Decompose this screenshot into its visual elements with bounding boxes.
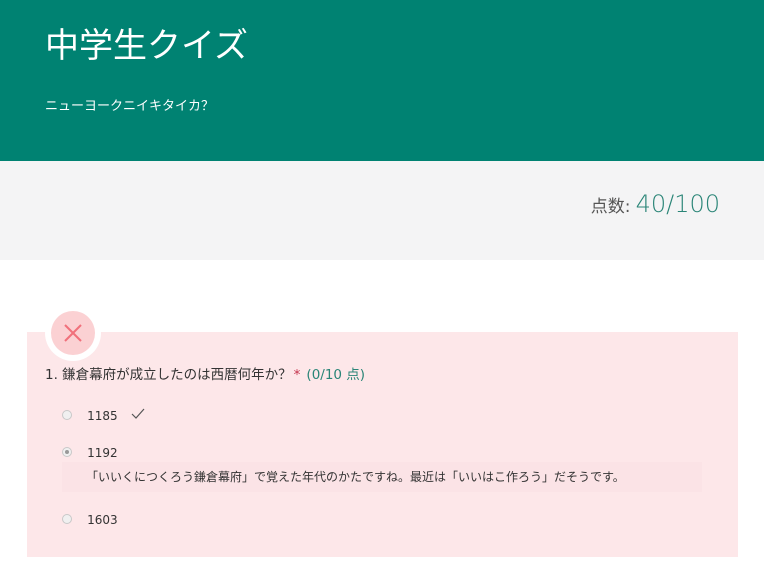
option-1185[interactable]: 1185 <box>62 405 145 423</box>
option-label: 1192 <box>87 445 118 460</box>
quiz-title: 中学生クイズ <box>45 26 248 66</box>
score-display: 点数: 40/100 <box>591 190 720 218</box>
radio-button[interactable] <box>62 513 72 524</box>
answer-feedback: 「いいくにつくろう鎌倉幕府」で覚えた年代のかたですね。最近は「いいはこ作ろう」だ… <box>62 462 702 492</box>
option-1192[interactable]: 1192 <box>62 442 118 460</box>
option-1603[interactable]: 1603 <box>62 509 118 527</box>
radio-button[interactable] <box>62 409 72 420</box>
question-label: 1. 鎌倉幕府が成立したのは西暦何年か？ <box>45 367 292 383</box>
question-text: 1. 鎌倉幕府が成立したのは西暦何年か？ * (0/10 点) <box>45 366 365 384</box>
score-bar: 点数: 40/100 <box>0 161 764 260</box>
option-label: 1185 <box>87 408 118 423</box>
close-icon <box>64 324 82 342</box>
score-label: 点数: <box>590 197 631 217</box>
option-label: 1603 <box>87 512 118 527</box>
question-points: (0/10 点) <box>306 367 366 383</box>
quiz-header: 中学生クイズ ニューヨークニイキタイカ？ <box>0 0 764 161</box>
result-badge <box>45 305 101 361</box>
radio-button-selected[interactable] <box>62 446 72 457</box>
required-mark: * <box>293 367 301 383</box>
score-value: 40/100 <box>635 190 720 218</box>
quiz-subtitle: ニューヨークニイキタイカ？ <box>45 99 215 114</box>
check-icon <box>131 408 145 419</box>
